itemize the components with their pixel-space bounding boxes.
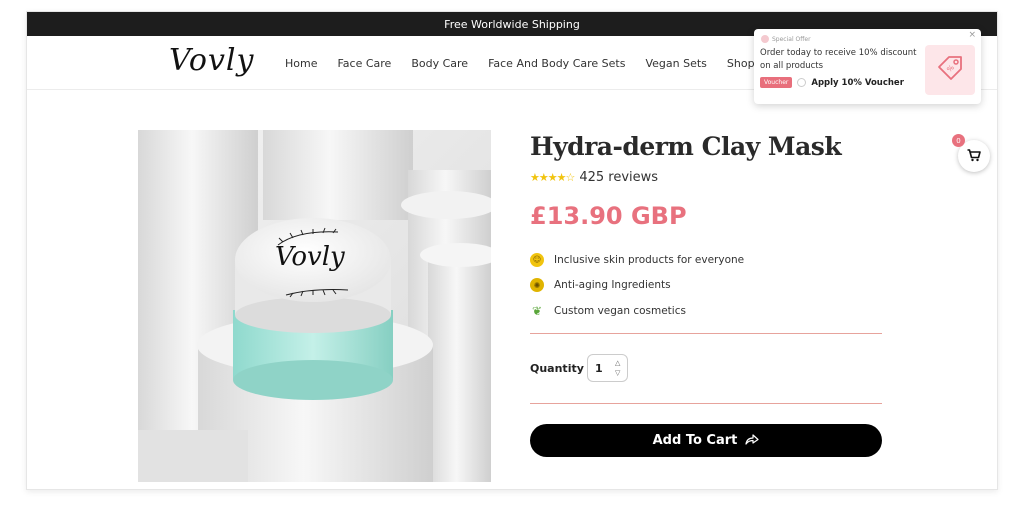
product-title: Hydra-derm Clay Mask <box>530 132 842 161</box>
nav-face-care[interactable]: Face Care <box>337 57 391 70</box>
offer-text: Order today to receive 10% discount on a… <box>760 48 917 71</box>
nav-face-and-body-care-sets[interactable]: Face And Body Care Sets <box>488 57 625 70</box>
product-price: £13.90 GBP <box>530 202 687 230</box>
cart-count-badge: 0 <box>952 134 965 147</box>
smile-icon: ☺ <box>530 252 544 267</box>
rating-stars-icon: ★★★★☆ <box>530 171 575 184</box>
feature-text: Inclusive skin products for everyone <box>554 253 745 266</box>
nav-body-care[interactable]: Body Care <box>411 57 468 70</box>
nav-home[interactable]: Home <box>285 57 317 70</box>
cart-icon <box>967 147 981 166</box>
main-nav: Home Face Care Body Care Face And Body C… <box>285 36 755 90</box>
close-icon[interactable]: × <box>968 30 976 40</box>
offer-dot-icon <box>761 35 769 43</box>
offer-heading-text: Special Offer <box>772 35 811 43</box>
announcement-text: Free Worldwide Shipping <box>444 17 580 31</box>
chevron-down-icon[interactable]: ▽ <box>615 369 620 377</box>
chevron-up-icon[interactable]: △ <box>615 359 620 367</box>
sun-icon: ✺ <box>530 278 544 293</box>
voucher-row[interactable]: Voucher Apply 10% Voucher <box>760 77 904 88</box>
voucher-radio[interactable] <box>797 78 807 87</box>
list-item: ☺ Inclusive skin products for everyone <box>530 247 744 273</box>
quantity-label: Quantity <box>530 362 584 375</box>
share-arrow-icon <box>745 433 759 449</box>
divider <box>530 403 882 404</box>
nav-vegan-sets[interactable]: Vegan Sets <box>645 57 706 70</box>
product-image: Vovly <box>138 130 491 482</box>
voucher-badge: Voucher <box>760 77 793 88</box>
offer-heading: Special Offer <box>761 35 811 43</box>
floating-cart-button[interactable]: 0 <box>952 134 990 172</box>
add-to-cart-button[interactable]: Add To Cart <box>530 424 882 457</box>
quantity-value[interactable]: 1 <box>595 362 611 375</box>
quantity-arrows: △ ▽ <box>615 359 620 377</box>
quantity-stepper[interactable]: 1 △ ▽ <box>587 354 628 382</box>
add-to-cart-label: Add To Cart <box>652 433 738 448</box>
feature-text: Anti-aging Ingredients <box>554 279 671 292</box>
page-frame: Free Worldwide Shipping Vovly Home Face … <box>26 11 998 490</box>
feature-list: ☺ Inclusive skin products for everyone ✺… <box>530 247 744 324</box>
svg-text:%: % <box>945 63 956 74</box>
jar-logo: Vovly <box>275 242 345 272</box>
review-count[interactable]: 425 reviews <box>579 170 658 185</box>
discount-tag-icon: % <box>925 45 975 95</box>
special-offer-popup: Special Offer × Order today to receive 1… <box>754 29 981 104</box>
product-rating[interactable]: ★★★★☆ 425 reviews <box>530 170 658 185</box>
divider <box>530 333 882 334</box>
nav-shop[interactable]: Shop <box>727 57 755 70</box>
feature-text: Custom vegan cosmetics <box>554 304 686 317</box>
list-item: ❦ Custom vegan cosmetics <box>530 298 744 324</box>
leaf-icon: ❦ <box>531 303 543 318</box>
site-logo[interactable]: Vovly <box>169 43 254 78</box>
list-item: ✺ Anti-aging Ingredients <box>530 273 744 299</box>
apply-voucher-label[interactable]: Apply 10% Voucher <box>811 78 904 88</box>
